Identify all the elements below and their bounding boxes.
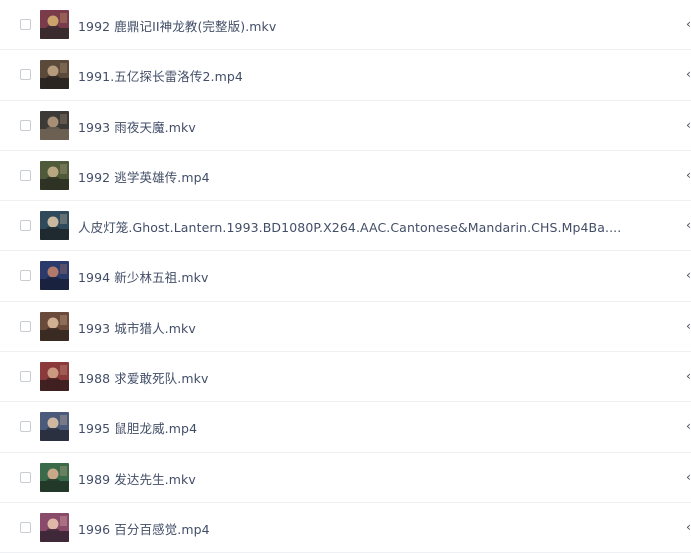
select-checkbox[interactable] — [20, 119, 31, 131]
select-checkbox[interactable] — [20, 471, 31, 483]
video-thumbnail[interactable] — [40, 311, 69, 341]
file-row[interactable]: 1994 新少林五祖.mkv ‹ — [0, 251, 691, 302]
file-name[interactable]: 1992 逃学英雄传.mp4 — [78, 167, 210, 186]
select-checkbox[interactable] — [20, 169, 31, 181]
select-checkbox[interactable] — [20, 270, 31, 282]
file-row[interactable]: 人皮灯笼.Ghost.Lantern.1993.BD1080P.X264.AAC… — [0, 201, 691, 252]
file-row[interactable]: 1995 鼠胆龙威.mp4 ‹ — [0, 402, 691, 453]
truncated-column-text: ‹ — [686, 418, 691, 434]
truncated-column-text: ‹ — [686, 116, 691, 132]
truncated-column-text: ‹ — [686, 267, 691, 283]
truncated-column-text: ‹ — [686, 217, 691, 233]
file-name[interactable]: 1993 城市猎人.mkv — [78, 318, 196, 337]
truncated-column-text: ‹ — [686, 166, 691, 182]
video-thumbnail[interactable] — [40, 512, 69, 542]
select-checkbox[interactable] — [20, 521, 31, 533]
file-row[interactable]: 1989 发达先生.mkv ‹ — [0, 453, 691, 503]
video-thumbnail[interactable] — [40, 211, 69, 241]
video-thumbnail[interactable] — [40, 462, 69, 492]
video-thumbnail[interactable] — [40, 110, 69, 140]
select-checkbox[interactable] — [20, 371, 31, 383]
select-checkbox[interactable] — [20, 320, 31, 332]
file-row[interactable]: 1993 雨夜天魔.mkv ‹ — [0, 101, 691, 151]
video-thumbnail[interactable] — [40, 10, 69, 39]
select-checkbox[interactable] — [20, 69, 31, 81]
file-name[interactable]: 1995 鼠胆龙威.mp4 — [78, 418, 197, 437]
file-row[interactable]: 1996 百分百感觉.mp4 ‹ — [0, 503, 691, 553]
file-row[interactable]: 1988 求爱敢死队.mkv ‹ — [0, 352, 691, 403]
truncated-column-text: ‹ — [686, 468, 691, 484]
file-name[interactable]: 1988 求爱敢死队.mkv — [78, 368, 208, 387]
truncated-column-text: ‹ — [686, 518, 691, 534]
file-row[interactable]: 1993 城市猎人.mkv ‹ — [0, 302, 691, 353]
select-checkbox[interactable] — [20, 19, 31, 30]
file-list: 1992 鹿鼎记II神龙教(完整版).mkv ‹ 1991.五亿探长雷洛传2.mp4… — [0, 0, 691, 553]
truncated-column-text: ‹ — [686, 317, 691, 333]
file-name[interactable]: 1989 发达先生.mkv — [78, 469, 196, 488]
truncated-column-text: ‹ — [686, 16, 691, 31]
file-name[interactable]: 1991.五亿探长雷洛传2.mp4 — [78, 66, 243, 85]
file-name[interactable]: 1992 鹿鼎记II神龙教(完整版).mkv — [78, 16, 276, 35]
file-name[interactable]: 1996 百分百感觉.mp4 — [78, 519, 210, 538]
truncated-column-text: ‹ — [686, 368, 691, 384]
video-thumbnail[interactable] — [40, 261, 69, 291]
file-row[interactable]: 1992 逃学英雄传.mp4 ‹ — [0, 151, 691, 202]
select-checkbox[interactable] — [20, 421, 31, 433]
file-row[interactable]: 1991.五亿探长雷洛传2.mp4 ‹ — [0, 50, 691, 101]
file-name[interactable]: 人皮灯笼.Ghost.Lantern.1993.BD1080P.X264.AAC… — [78, 217, 621, 236]
video-thumbnail[interactable] — [40, 160, 69, 190]
select-checkbox[interactable] — [20, 220, 31, 232]
video-thumbnail[interactable] — [40, 362, 69, 392]
video-thumbnail[interactable] — [40, 412, 69, 442]
file-name[interactable]: 1993 雨夜天魔.mkv — [78, 117, 196, 136]
file-name[interactable]: 1994 新少林五祖.mkv — [78, 267, 208, 286]
file-row[interactable]: 1992 鹿鼎记II神龙教(完整版).mkv ‹ — [0, 0, 691, 51]
truncated-column-text: ‹ — [686, 66, 691, 82]
video-thumbnail[interactable] — [40, 60, 69, 90]
